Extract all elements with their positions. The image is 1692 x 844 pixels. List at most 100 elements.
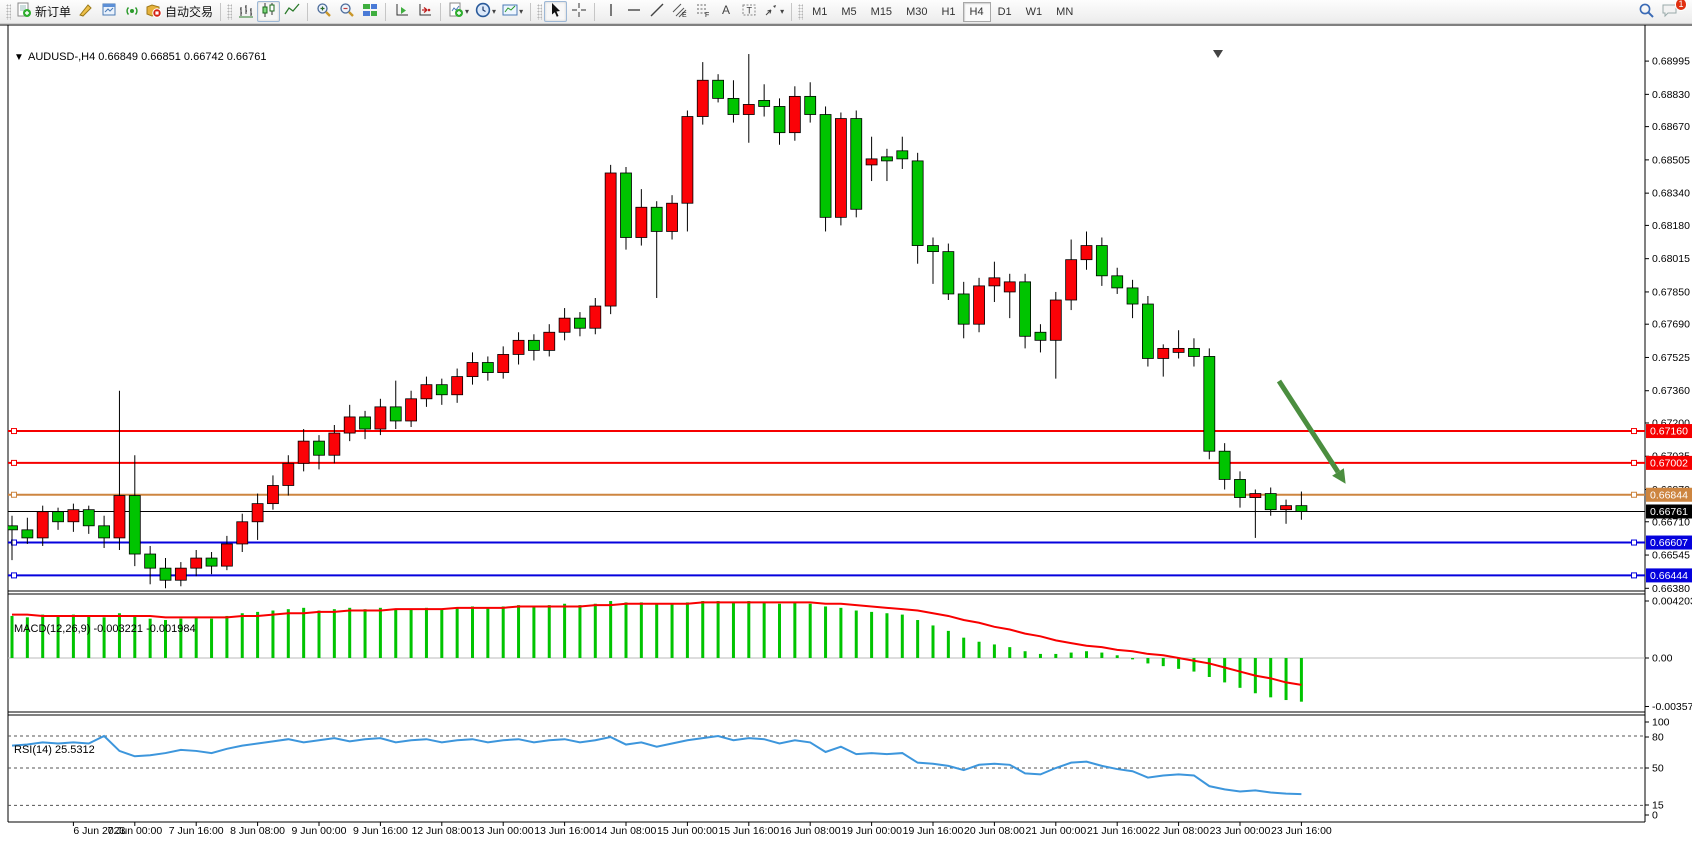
macd-histogram-bar — [1146, 658, 1149, 663]
chart-area[interactable]: 0.689950.688300.686700.685050.683400.681… — [0, 24, 1692, 844]
time-tick-label: 7 Jun 16:00 — [169, 825, 224, 837]
chart-canvas: 0.689950.688300.686700.685050.683400.681… — [0, 24, 1692, 844]
signals-button[interactable] — [120, 1, 143, 22]
timeframe-button-M5[interactable]: M5 — [834, 2, 863, 22]
macd-histogram-bar — [594, 604, 597, 658]
cursor-tool-button[interactable] — [544, 1, 567, 22]
line-handle[interactable] — [1632, 492, 1637, 497]
text-tool-button[interactable]: A — [714, 1, 737, 22]
candle-bear — [1235, 479, 1246, 497]
candle-bull — [37, 512, 48, 538]
macd-histogram-bar — [1285, 658, 1288, 700]
auto-scroll-button[interactable] — [390, 1, 413, 22]
timeframe-button-M30[interactable]: M30 — [899, 2, 934, 22]
candlestick-chart-button[interactable] — [257, 1, 280, 22]
candle-bear — [651, 207, 662, 231]
candle-bull — [682, 117, 693, 204]
tile-windows-button[interactable] — [358, 1, 381, 22]
equidistant-channel-tool-button[interactable]: E — [668, 1, 691, 22]
line-handle[interactable] — [12, 573, 17, 578]
line-chart-button[interactable] — [280, 1, 303, 22]
crosshair-tool-button[interactable] — [567, 1, 590, 22]
notifications-button[interactable]: 1 — [1658, 1, 1682, 22]
bar-chart-button[interactable] — [234, 1, 257, 22]
candle-bull — [1081, 246, 1092, 260]
search-button[interactable] — [1635, 1, 1658, 22]
candle-bull — [697, 80, 708, 116]
candle-bear — [958, 294, 969, 324]
time-tick-label: 12 Jun 08:00 — [411, 825, 472, 837]
macd-histogram-bar — [686, 602, 689, 658]
candle-bear — [7, 526, 18, 530]
templates-button[interactable]: ▾ — [499, 1, 526, 22]
horizontal-line-icon — [626, 2, 642, 21]
candle-bull — [789, 96, 800, 132]
time-tick-label: 15 Jun 00:00 — [657, 825, 718, 837]
candle-bull — [452, 377, 463, 395]
timeframe-button-D1[interactable]: D1 — [991, 2, 1019, 22]
timeframe-button-W1[interactable]: W1 — [1019, 2, 1050, 22]
candle-bull — [590, 306, 601, 328]
timeframe-button-H1[interactable]: H1 — [934, 2, 962, 22]
toolbar-grip[interactable] — [227, 4, 232, 20]
fibonacci-tool-button[interactable]: F — [691, 1, 714, 22]
candle-bull — [1250, 494, 1261, 498]
trendline-tool-button[interactable] — [645, 1, 668, 22]
price-tick-label: 0.68670 — [1652, 121, 1690, 133]
toolbar-grip[interactable] — [6, 4, 11, 20]
zoom-in-button[interactable] — [312, 1, 335, 22]
new-order-button[interactable]: 新订单 — [13, 1, 74, 22]
toolbar-grip[interactable] — [798, 4, 803, 20]
candle-bear — [1188, 348, 1199, 356]
timeframe-button-H4[interactable]: H4 — [963, 2, 991, 22]
macd-histogram-bar — [855, 611, 858, 658]
candle-bear — [912, 161, 923, 246]
macd-histogram-bar — [793, 602, 796, 658]
price-tick-label: 0.68180 — [1652, 220, 1690, 232]
line-handle[interactable] — [1632, 573, 1637, 578]
candle-bull — [221, 544, 232, 566]
line-handle[interactable] — [1632, 460, 1637, 465]
candle-bull — [237, 522, 248, 544]
candle-bull — [267, 485, 278, 503]
macd-histogram-bar — [993, 644, 996, 658]
mql-editor-button[interactable] — [74, 1, 97, 22]
candle-bull — [1158, 348, 1169, 358]
vertical-line-tool-button[interactable] — [599, 1, 622, 22]
notification-badge: 1 — [1675, 0, 1687, 11]
chart-shift-icon — [417, 2, 433, 21]
macd-histogram-bar — [778, 604, 781, 658]
candle-bear — [53, 512, 64, 522]
timeframe-button-MN[interactable]: MN — [1049, 2, 1080, 22]
macd-histogram-bar — [1008, 647, 1011, 658]
line-handle[interactable] — [1632, 429, 1637, 434]
line-handle[interactable] — [12, 429, 17, 434]
zoom-out-button[interactable] — [335, 1, 358, 22]
arrows-tool-button[interactable]: ▾ — [760, 1, 787, 22]
periods-button[interactable]: ▾ — [472, 1, 499, 22]
timeframe-button-M1[interactable]: M1 — [805, 2, 834, 22]
candle-bull — [406, 399, 417, 421]
candle-bull — [866, 159, 877, 165]
line-handle[interactable] — [1632, 540, 1637, 545]
terminal-window-button[interactable] — [97, 1, 120, 22]
indicators-button[interactable]: ▾ — [445, 1, 472, 22]
auto-trading-button[interactable]: 自动交易 — [143, 1, 216, 22]
time-tick-label: 13 Jun 00:00 — [473, 825, 534, 837]
timeframe-button-M15[interactable]: M15 — [864, 2, 899, 22]
toolbar-grip[interactable] — [537, 4, 542, 20]
symbol-dropdown[interactable]: ▼ — [14, 52, 24, 63]
rsi-tick-label: 100 — [1652, 717, 1670, 729]
label-tool-button[interactable]: T — [737, 1, 760, 22]
macd-histogram-bar — [1223, 658, 1226, 682]
candle-bull — [605, 173, 616, 306]
price-badge-label: 0.67002 — [1650, 457, 1688, 469]
arrows-tool-icon — [763, 2, 779, 21]
line-handle[interactable] — [12, 492, 17, 497]
chart-shift-button[interactable] — [413, 1, 436, 22]
zoom-in-icon — [316, 2, 332, 21]
horizontal-line-tool-button[interactable] — [622, 1, 645, 22]
line-handle[interactable] — [12, 460, 17, 465]
macd-histogram-bar — [809, 604, 812, 658]
macd-histogram-bar — [732, 602, 735, 658]
